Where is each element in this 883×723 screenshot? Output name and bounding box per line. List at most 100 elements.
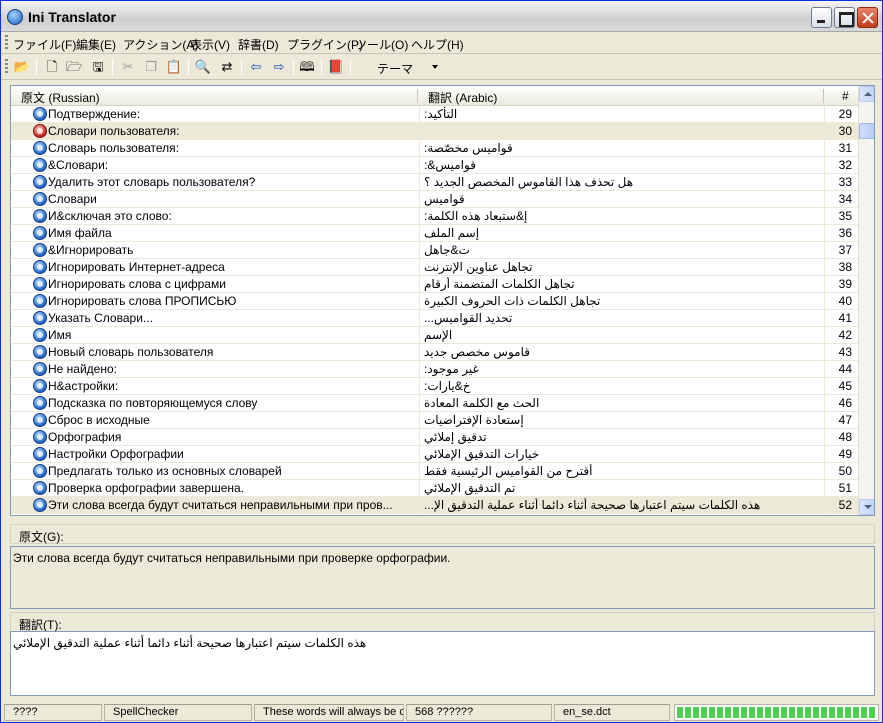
globe-icon xyxy=(33,294,47,308)
scroll-down-button[interactable] xyxy=(859,499,874,515)
number-cell: 30 xyxy=(838,124,852,138)
number-cell: 47 xyxy=(838,413,852,427)
replace-icon[interactable]: ⇄ xyxy=(218,58,236,76)
scroll-up-button[interactable] xyxy=(859,86,874,102)
source-cell: Подтверждение: xyxy=(48,107,141,121)
table-row[interactable]: Подсказка по повторяющемуся слову الحث مع… xyxy=(11,395,858,412)
copy-icon[interactable]: ❐ xyxy=(142,58,160,76)
source-cell: Указать Словари... xyxy=(48,311,153,325)
dictionary-icon[interactable]: 🕮 xyxy=(298,58,316,76)
translation-cell: الحث مع الكلمة المعادة xyxy=(424,396,540,410)
table-row[interactable]: Удалить этот словарь пользователя? هل تحذ… xyxy=(11,174,858,191)
number-cell: 52 xyxy=(838,498,852,512)
column-divider[interactable] xyxy=(417,89,418,103)
table-row[interactable]: Имя الإسم 42 xyxy=(11,327,858,344)
open-folder-icon[interactable]: 📂 xyxy=(13,58,31,76)
menu-file[interactable]: ファイル(F) xyxy=(13,36,76,53)
table-row[interactable]: Сброс в исходные إستعادة الإفتراضيات 47 xyxy=(11,412,858,429)
menu-dictionary[interactable]: 辞書(D) xyxy=(238,36,279,53)
source-cell: Предлагать только из основных словарей xyxy=(48,464,282,478)
toolbar-separator xyxy=(241,59,242,75)
new-document-icon[interactable]: 🗋 xyxy=(43,58,61,76)
previous-icon[interactable]: ⇦ xyxy=(247,58,265,76)
table-row[interactable]: Словарь пользователя: قواميس مخصّصة: 31 xyxy=(11,140,858,157)
find-icon[interactable]: 🔍 xyxy=(194,58,212,76)
translation-text-box[interactable]: هذه الكلمات سيتم اعتبارها صحيحة أثناء دا… xyxy=(10,631,875,696)
save-icon[interactable]: 🖫 xyxy=(89,58,107,76)
source-cell: Игнорировать Интернет-адреса xyxy=(48,260,225,274)
table-row[interactable]: Проверка орфографии завершена. تم التدقيق… xyxy=(11,480,858,497)
globe-icon xyxy=(33,379,47,393)
menu-action[interactable]: アクション(A) xyxy=(123,36,198,53)
globe-icon xyxy=(33,498,47,512)
source-cell: Имя файла xyxy=(48,226,112,240)
chevron-down-icon[interactable] xyxy=(432,65,438,69)
number-cell: 51 xyxy=(838,481,852,495)
table-row[interactable]: Настройки Орфографии خيارات التدقيق الإمل… xyxy=(11,446,858,463)
globe-icon xyxy=(33,107,47,121)
toolbar-separator xyxy=(350,59,351,75)
number-cell: 44 xyxy=(838,362,852,376)
source-text-box[interactable]: Эти слова всегда будут считаться неправи… xyxy=(10,546,875,609)
toolbar-separator xyxy=(293,59,294,75)
book-icon[interactable]: 📕 xyxy=(327,58,345,76)
table-row[interactable]: Игнорировать слова ПРОПИСЬЮ تجاهل الكلمات… xyxy=(11,293,858,310)
vertical-scrollbar[interactable] xyxy=(858,86,874,515)
menu-edit[interactable]: 編集(E) xyxy=(76,36,116,53)
table-row[interactable]: Игнорировать Интернет-адреса تجاهل عناوين… xyxy=(11,259,858,276)
paste-icon[interactable]: 📋 xyxy=(165,58,183,76)
column-divider[interactable] xyxy=(823,89,824,103)
column-header-number[interactable]: # xyxy=(842,89,849,103)
table-row[interactable]: &Игнорировать ت&جاهل 37 xyxy=(11,242,858,259)
table-row[interactable]: И&сключая это слово: إ&ستبعاد هذه الكلمة:… xyxy=(11,208,858,225)
source-cell: Словари xyxy=(48,192,97,206)
translation-cell: تجاهل عناوين الإنترنت xyxy=(424,260,533,274)
globe-icon xyxy=(33,345,47,359)
title-bar[interactable]: Ini Translator xyxy=(1,1,882,32)
table-row[interactable]: Игнорировать слова с цифрами تجاهل الكلما… xyxy=(11,276,858,293)
globe-icon xyxy=(33,277,47,291)
translation-cell: هذه الكلمات سيتم اعتبارها صحيحة أثناء دا… xyxy=(424,498,761,512)
menu-plugin[interactable]: プラグイン(P) xyxy=(287,36,363,53)
table-row[interactable]: Указать Словари... تحديد القواميس... 41 xyxy=(11,310,858,327)
globe-icon xyxy=(33,311,47,325)
status-cell-current-text: These words will always be considered xyxy=(254,704,404,721)
table-row[interactable]: Орфография تدقيق إملائي 48 xyxy=(11,429,858,446)
close-button[interactable] xyxy=(857,7,878,28)
cut-icon[interactable]: ✂ xyxy=(119,58,137,76)
globe-icon xyxy=(33,430,47,444)
table-row[interactable]: Подтверждение: التأكيد: 29 xyxy=(11,106,858,123)
open-icon[interactable]: 🗁 xyxy=(65,58,83,76)
table-row[interactable]: Не найдено: غير موجود: 44 xyxy=(11,361,858,378)
minimize-button[interactable] xyxy=(811,7,832,28)
maximize-button[interactable] xyxy=(834,7,855,28)
toolbar-separator xyxy=(321,59,322,75)
table-row[interactable]: Н&астройки: خ&يارات: 45 xyxy=(11,378,858,395)
menu-bar: ファイル(F) 編集(E) アクション(A) 表示(V) 辞書(D) プラグイン… xyxy=(1,32,882,54)
translation-cell: قواميس مخصّصة: xyxy=(424,141,513,155)
table-row[interactable]: Эти слова всегда будут считаться неправи… xyxy=(11,497,858,514)
column-header-source[interactable]: 原文 (Russian) xyxy=(21,89,100,106)
menu-tools[interactable]: ツール(O) xyxy=(355,36,408,53)
globe-icon xyxy=(33,175,47,189)
table-row[interactable]: Предлагать только из основных словарей أق… xyxy=(11,463,858,480)
scroll-thumb[interactable] xyxy=(859,123,874,139)
theme-dropdown-label[interactable]: テーマ xyxy=(377,60,413,77)
table-row[interactable]: Словари пользователя: 30 xyxy=(11,123,858,140)
column-header-translation[interactable]: 翻訳 (Arabic) xyxy=(428,89,497,106)
number-cell: 33 xyxy=(838,175,852,189)
translation-cell: أقترح من القواميس الرئيسية فقط xyxy=(424,464,593,478)
table-row[interactable]: &Словари: قواميس&: 32 xyxy=(11,157,858,174)
string-list[interactable]: 原文 (Russian) 翻訳 (Arabic) # Подтверждение… xyxy=(10,85,875,516)
table-row[interactable]: Словари قواميس 34 xyxy=(11,191,858,208)
next-icon[interactable]: ⇨ xyxy=(270,58,288,76)
translation-cell: غير موجود: xyxy=(424,362,479,376)
number-cell: 43 xyxy=(838,345,852,359)
number-cell: 37 xyxy=(838,243,852,257)
table-row[interactable]: Имя файла إسم الملف 36 xyxy=(11,225,858,242)
number-cell: 39 xyxy=(838,277,852,291)
menu-view[interactable]: 表示(V) xyxy=(190,36,230,53)
source-cell: Подсказка по повторяющемуся слову xyxy=(48,396,258,410)
table-row[interactable]: Новый словарь пользователя قاموس مخصص جدي… xyxy=(11,344,858,361)
menu-help[interactable]: ヘルプ(H) xyxy=(411,36,464,53)
